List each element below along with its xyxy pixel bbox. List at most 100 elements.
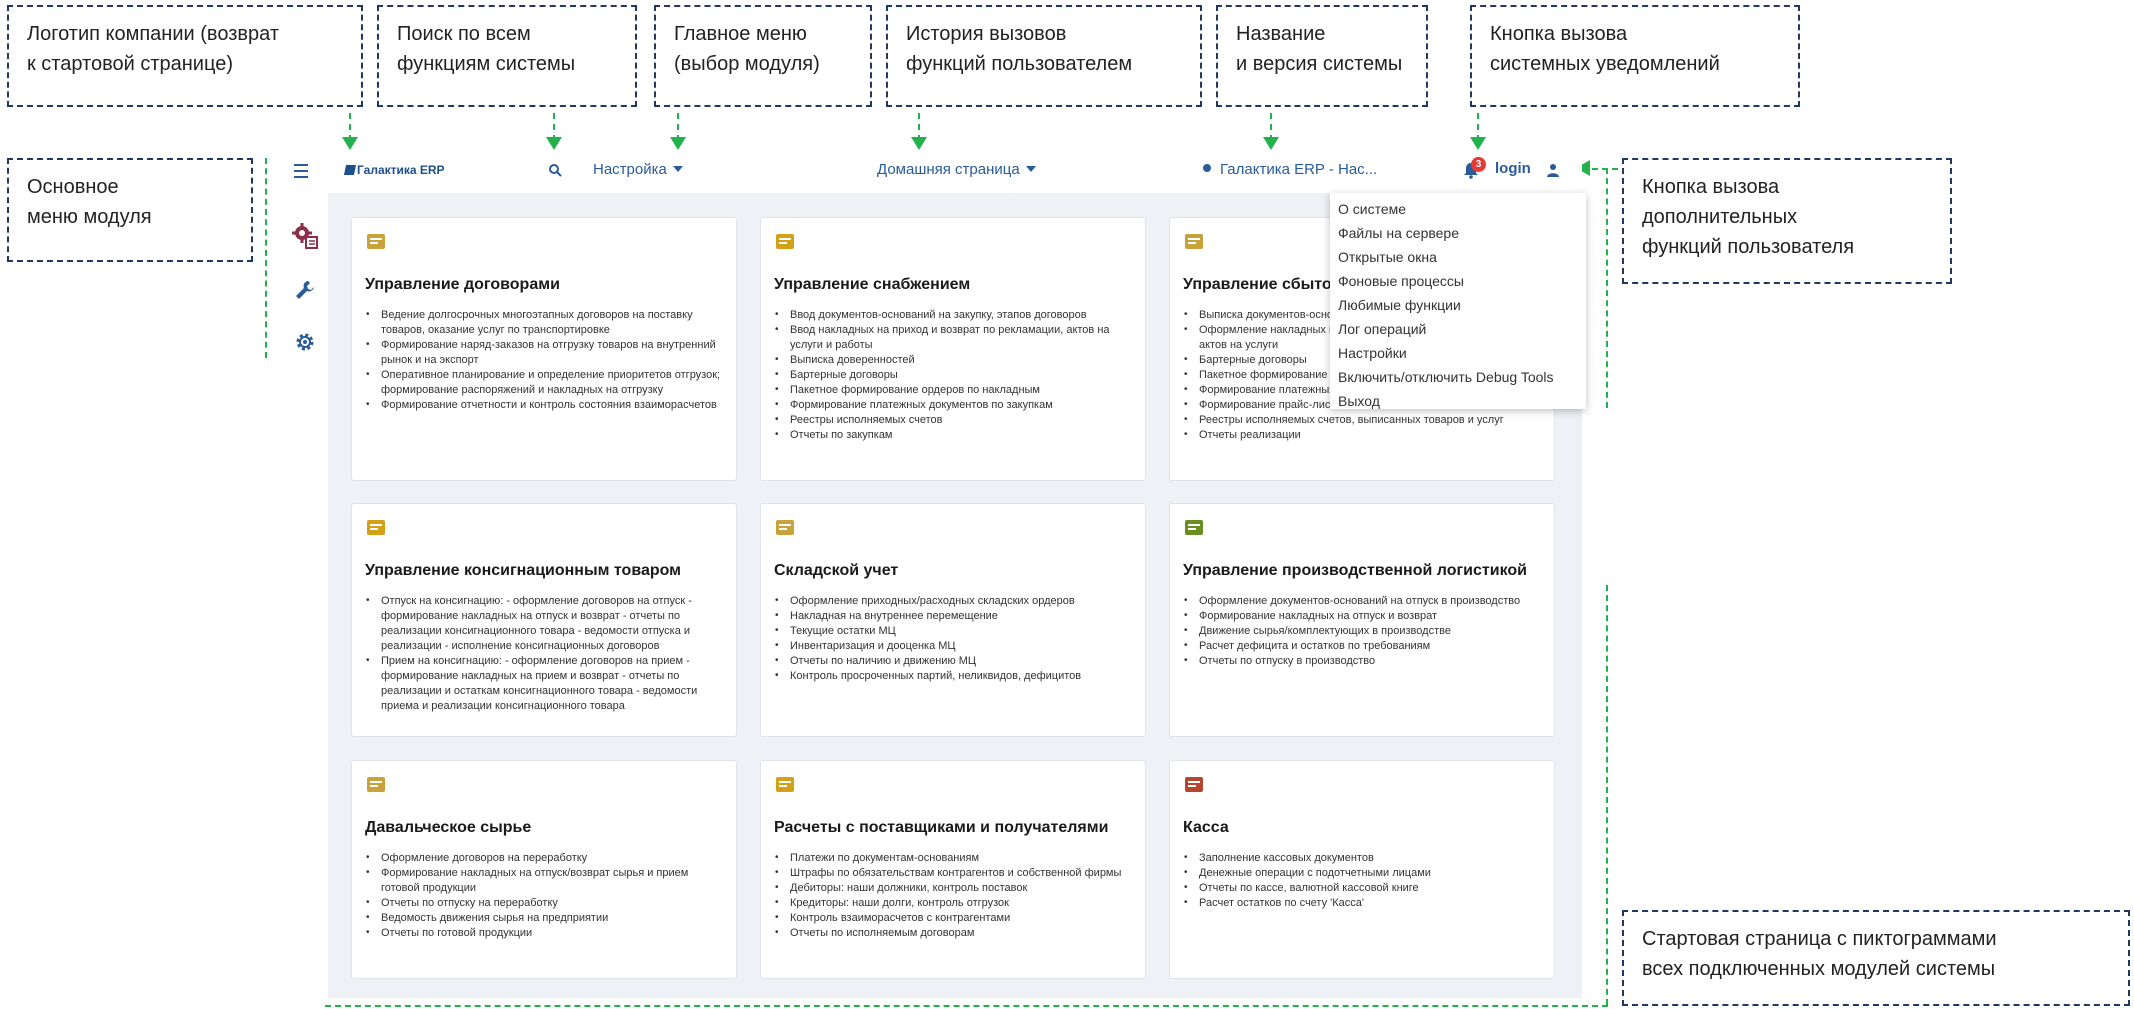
callout-search: Поиск по всем функциям системы [377,5,637,107]
module-card-features: Платежи по документам-основаниямШтрафы п… [774,850,1133,941]
user-menu-item[interactable]: Включить/отключить Debug Tools [1330,365,1586,389]
notification-badge: 3 [1471,157,1486,172]
module-card-feature: Выписка доверенностей [774,352,1133,368]
module-card-feature: Отчеты по отпуску на переработку [365,895,724,911]
callout-line: и версия системы [1236,53,1403,75]
wrench-icon[interactable] [293,278,317,302]
guide-arrow [546,137,562,150]
logo-text: Галактика ERP [357,163,445,177]
module-card-feature: Отчеты по отпуску в производство [1183,653,1542,669]
company-logo[interactable]: Галактика ERP [343,163,445,177]
module-card-feature: Платежи по документам-основаниям [774,850,1133,866]
callout-history: История вызовов функций пользователем [886,5,1202,107]
module-card-feature: Отчеты по готовой продукции [365,925,724,941]
system-name-text: Галактика ERP - Нас... [1220,161,1378,178]
user-menu-item[interactable]: Любимые функции [1330,293,1586,317]
callout-user-functions: Кнопка вызова дополнительных функций пол… [1622,158,1952,284]
user-menu-item[interactable]: О системе [1330,197,1586,221]
module-card-feature: Формирование платежных документов по зак… [774,397,1133,413]
module-card-feature: Оформление приходных/расходных складских… [774,593,1133,609]
module-card-feature: Формирование наряд-заказов на отгрузку т… [365,337,724,368]
module-card-features: Оформление документов-оснований на отпус… [1183,593,1542,669]
module-card[interactable]: Давальческое сырье Оформление договоров н… [351,760,737,979]
user-menu-item[interactable]: Фоновые процессы [1330,269,1586,293]
guide-arrow [1470,137,1486,150]
search-icon[interactable] [548,163,562,177]
module-card[interactable]: Складской учет Оформление приходных/расхо… [760,503,1146,737]
module-card-title[interactable]: Касса [1183,819,1229,837]
module-card-title[interactable]: Управление сбытом [1183,276,1343,294]
callout-line: Стартовая страница с пиктограммами [1642,928,1997,950]
user-menu-item[interactable]: Настройки [1330,341,1586,365]
module-card-features: Оформление приходных/расходных складских… [774,593,1133,684]
user-menu-item[interactable]: Лог операций [1330,317,1586,341]
module-card-features: Ведение долгосрочных многоэтапных догово… [365,307,724,413]
callout-line: Логотип компании (возврат [27,23,279,45]
module-card-feature: Дебиторы: наши должники, контроль постав… [774,880,1133,896]
module-card-features: Ввод документов-оснований на закупку, эт… [774,307,1133,443]
history-dropdown[interactable]: Домашняя страница [877,161,1036,178]
module-card-feature: Отчеты по закупкам [774,427,1133,443]
module-card-feature: Кредиторы: наши долги, контроль отгрузок [774,895,1133,911]
status-dot [1203,164,1211,172]
module-card-feature: Денежные операции с подотчетными лицами [1183,865,1542,881]
module-card-feature: Расчет остатков по счету 'Касса' [1183,895,1542,911]
module-card-title[interactable]: Управление консигнационным товаром [365,562,681,580]
module-card-feature: Прием на консигнацию: - оформление догов… [365,653,724,714]
warehouse-icon [774,516,796,538]
menu-icon[interactable] [288,158,314,184]
callout-line: к стартовой странице) [27,53,233,75]
module-card[interactable]: Управление производственной логистикой Оф… [1169,503,1555,737]
main-menu-dropdown[interactable]: Настройка [593,161,683,178]
module-card-feature: Реестры исполняемых счетов [774,412,1133,428]
module-card-features: Отпуск на консигнацию: - оформление дого… [365,593,724,714]
system-name: Галактика ERP - Нас... [1203,161,1377,178]
guide-user-functions-down [1606,168,1608,408]
settings-module-icon[interactable] [291,222,319,250]
module-card-feature: Оперативное планирование и определение п… [365,367,724,398]
guide-start-page-right [1606,585,1608,1005]
module-card-feature: Контроль взаиморасчетов с контрагентами [774,910,1133,926]
module-card[interactable]: Касса Заполнение кассовых документовДенеж… [1169,760,1555,979]
callout-line: системных уведомлений [1490,53,1720,75]
module-card[interactable]: Управление консигнационным товаром Отпуск… [351,503,737,737]
module-card-feature: Оформление договоров на переработку [365,850,724,866]
module-card-title[interactable]: Управление договорами [365,276,560,294]
module-card-title[interactable]: Расчеты с поставщиками и получателями [774,819,1108,837]
gear-icon[interactable] [293,330,317,354]
module-card-feature: Ввод документов-оснований на закупку, эт… [774,307,1133,323]
module-card-feature: Заполнение кассовых документов [1183,850,1542,866]
module-card-feature: Оформление документов-оснований на отпус… [1183,593,1542,609]
settlements-icon [774,773,796,795]
guide-start-page-bottom [325,1005,1608,1007]
module-card-features: Оформление договоров на переработкуФорми… [365,850,724,941]
callout-logo: Логотип компании (возврат к стартовой ст… [7,5,363,107]
module-card-feature: Отчеты по исполняемым договорам [774,925,1133,941]
user-menu-item[interactable]: Выход [1330,389,1586,413]
guide-arrow [911,137,927,150]
user-icon[interactable] [1545,162,1561,178]
callout-module-menu: Основное меню модуля [7,158,253,262]
module-card[interactable]: Расчеты с поставщиками и получателями Пла… [760,760,1146,979]
callout-main-menu: Главное меню (выбор модуля) [654,5,872,107]
guide-user-functions [1592,168,1618,170]
user-menu-item[interactable]: Открытые окна [1330,245,1586,269]
module-card[interactable]: Управление договорами Ведение долгосрочны… [351,217,737,481]
module-card-features: Заполнение кассовых документовДенежные о… [1183,850,1542,911]
chevron-down-icon [672,166,683,172]
history-label: Домашняя страница [877,161,1020,178]
callout-line: (выбор модуля) [674,53,820,75]
login-label[interactable]: login [1495,160,1531,177]
module-card[interactable]: Управление снабжением Ввод документов-осн… [760,217,1146,481]
module-card-title[interactable]: Управление производственной логистикой [1183,562,1527,580]
truck-icon [774,230,796,252]
module-card-feature: Отчеты по наличию и движению МЦ [774,653,1133,669]
module-card-title[interactable]: Давальческое сырье [365,819,531,837]
module-card-feature: Движение сырья/комплектующих в производс… [1183,623,1542,639]
module-card-feature: Пакетное формирование ордеров по накладн… [774,382,1133,398]
callout-line: меню модуля [27,206,152,228]
callout-line: функций пользователя [1642,236,1855,258]
module-card-title[interactable]: Управление снабжением [774,276,970,294]
module-card-title[interactable]: Складской учет [774,562,898,580]
user-menu-item[interactable]: Файлы на сервере [1330,221,1586,245]
